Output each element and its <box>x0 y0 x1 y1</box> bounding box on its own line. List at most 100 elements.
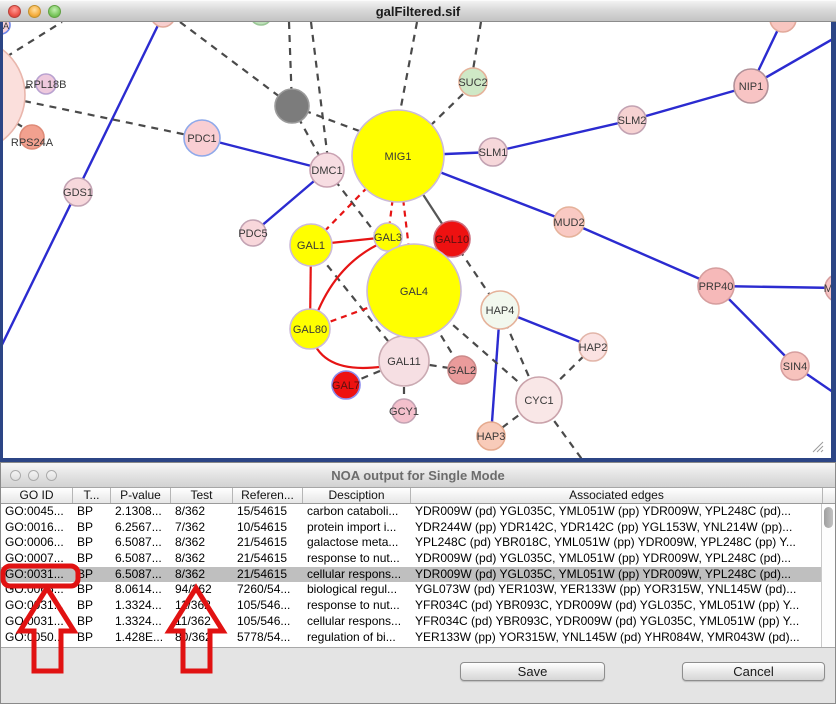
node-pdc5-label: PDC5 <box>238 228 267 240</box>
table-cell: YDR009W (pd) YGL035C, YML051W (pp) YDR00… <box>411 551 823 567</box>
button-panel: Save Cancel <box>1 648 835 703</box>
node-gal10-label: GAL10 <box>435 234 469 246</box>
node-gal1-label: GAL1 <box>297 240 325 252</box>
network-edge-dash[interactable] <box>180 22 292 106</box>
table-cell: cellular respons... <box>303 614 411 630</box>
table-row[interactable]: GO:0031...BP1.3324...11/362105/546...res… <box>1 598 835 614</box>
table-cell: YPL248C (pd) YBR018C, YML051W (pp) YDR00… <box>411 535 823 551</box>
table-row[interactable]: GO:0045...BP2.1308...8/36215/54615carbon… <box>1 504 835 520</box>
node-pdc1-label: PDC1 <box>187 133 216 145</box>
results-table-body[interactable]: GO:0045...BP2.1308...8/36215/54615carbon… <box>1 504 835 648</box>
node-gal4-label: GAL4 <box>400 286 428 298</box>
table-cell: 6.5087... <box>111 551 171 567</box>
node-hap4-label: HAP4 <box>486 305 515 317</box>
network-edge-blue[interactable] <box>202 138 327 170</box>
column-header-p-value[interactable]: P-value <box>111 488 171 503</box>
table-cell: 8/362 <box>171 504 233 520</box>
noa-output-window: NOA output for Single Mode GO IDT...P-va… <box>0 462 836 704</box>
table-cell: 8.0614... <box>111 582 171 598</box>
table-cell: YDR009W (pd) YGL035C, YML051W (pp) YDR00… <box>411 567 823 583</box>
node-cut-top-green[interactable] <box>250 22 272 25</box>
table-cell: BP <box>73 567 111 583</box>
node-slm1-label: SLM1 <box>479 147 508 159</box>
column-header-test[interactable]: Test <box>171 488 233 503</box>
node-rpl18b-label: RPL18B <box>26 79 67 91</box>
node-cut-top[interactable] <box>151 22 175 27</box>
table-cell: 1.3324... <box>111 598 171 614</box>
table-row[interactable]: GO:0007...BP6.5087...8/36221/54615respon… <box>1 551 835 567</box>
table-cell: GO:0007... <box>1 551 73 567</box>
table-cell: 10/54615 <box>233 520 303 536</box>
table-cell: 8/362 <box>171 567 233 583</box>
table-cell: BP <box>73 598 111 614</box>
table-cell: carbon cataboli... <box>303 504 411 520</box>
table-cell: response to nut... <box>303 551 411 567</box>
node-dmc1-label: DMC1 <box>311 165 342 177</box>
node-mig1-label: MIG1 <box>385 151 412 163</box>
node-suc2-label: SUC2 <box>458 77 487 89</box>
node-slm2-label: SLM2 <box>618 115 647 127</box>
table-cell: 8/362 <box>171 535 233 551</box>
table-cell: protein import i... <box>303 520 411 536</box>
table-cell: BP <box>73 614 111 630</box>
table-cell: YFR034C (pd) YBR093C, YDR009W (pd) YGL03… <box>411 614 823 630</box>
network-graph[interactable]: 17ARPL18BRPS24AGDS1PDC1DMC1MIG1SUC2SLM1S… <box>3 22 831 458</box>
network-edge-dash[interactable] <box>473 22 481 70</box>
table-cell: GO:0031... <box>1 614 73 630</box>
table-cell: BP <box>73 535 111 551</box>
table-row[interactable]: GO:0016...BP6.2567...7/36210/54615protei… <box>1 520 835 536</box>
table-cell: 1.428E... <box>111 630 171 646</box>
network-canvas[interactable]: 17ARPL18BRPS24AGDS1PDC1DMC1MIG1SUC2SLM1S… <box>0 22 836 462</box>
table-cell: BP <box>73 504 111 520</box>
node-sin4-label: SIN4 <box>783 361 807 373</box>
scrollbar-thumb[interactable] <box>824 507 833 528</box>
vertical-scrollbar[interactable] <box>821 504 835 647</box>
table-row[interactable]: GO:0050...BP1.428E...80/3625778/54...reg… <box>1 630 835 646</box>
save-button[interactable]: Save <box>460 662 605 681</box>
table-cell: BP <box>73 630 111 646</box>
table-cell: 21/54615 <box>233 567 303 583</box>
column-header-referen-[interactable]: Referen... <box>233 488 303 503</box>
table-cell: YER133W (pp) YOR315W, YNL145W (pd) YHR08… <box>411 630 823 646</box>
cancel-button[interactable]: Cancel <box>682 662 825 681</box>
node-rps24a-label: RPS24A <box>11 137 54 149</box>
table-cell: BP <box>73 582 111 598</box>
table-cell: 7/362 <box>171 520 233 536</box>
results-table-header[interactable]: GO IDT...P-valueTestReferen...Desciption… <box>1 488 835 504</box>
table-cell: 105/546... <box>233 598 303 614</box>
table-cell: 105/546... <box>233 614 303 630</box>
column-header-go-id[interactable]: GO ID <box>1 488 73 503</box>
network-edge-dash[interactable] <box>400 22 417 112</box>
network-window: galFiltered.sif 17ARPL18BRPS24AGDS1PDC1D… <box>0 0 836 462</box>
table-cell: GO:0031... <box>1 567 73 583</box>
node-cut-topright[interactable] <box>770 22 796 32</box>
table-row[interactable]: GO:0065...BP8.0614...94/3627260/54...bio… <box>1 582 835 598</box>
node-gray[interactable] <box>275 89 309 123</box>
network-edge-dash[interactable] <box>430 94 463 126</box>
table-cell: GO:0050... <box>1 630 73 646</box>
table-cell: 11/362 <box>171 598 233 614</box>
table-cell: 6.5087... <box>111 567 171 583</box>
node-gal3-label: GAL3 <box>374 232 402 244</box>
column-header-associated-edges[interactable]: Associated edges <box>411 488 823 503</box>
table-cell: GO:0065... <box>1 582 73 598</box>
column-header-desciption[interactable]: Desciption <box>303 488 411 503</box>
network-edge-blue[interactable] <box>569 222 716 286</box>
table-row[interactable]: GO:0031...BP1.3324...11/362105/546...cel… <box>1 614 835 630</box>
noa-window-titlebar[interactable]: NOA output for Single Mode <box>1 463 835 488</box>
column-header-t-[interactable]: T... <box>73 488 111 503</box>
table-cell: YDR009W (pd) YGL035C, YML051W (pp) YDR00… <box>411 504 823 520</box>
table-cell: 21/54615 <box>233 551 303 567</box>
node-gcy1-label: GCY1 <box>389 406 419 418</box>
network-edge-blue[interactable] <box>493 120 632 152</box>
table-cell: 94/362 <box>171 582 233 598</box>
network-window-titlebar[interactable]: galFiltered.sif <box>0 0 836 22</box>
resize-grip-icon[interactable] <box>810 439 824 453</box>
table-row[interactable]: GO:0006...BP6.5087...8/36221/54615galact… <box>1 535 835 551</box>
network-edge-blue[interactable] <box>632 86 751 120</box>
table-row-selected[interactable]: GO:0031...BP6.5087...8/36221/54615cellul… <box>1 567 835 583</box>
table-cell: response to nut... <box>303 598 411 614</box>
network-edge-dash[interactable] <box>6 22 62 57</box>
table-cell: 1.3324... <box>111 614 171 630</box>
table-cell: BP <box>73 551 111 567</box>
